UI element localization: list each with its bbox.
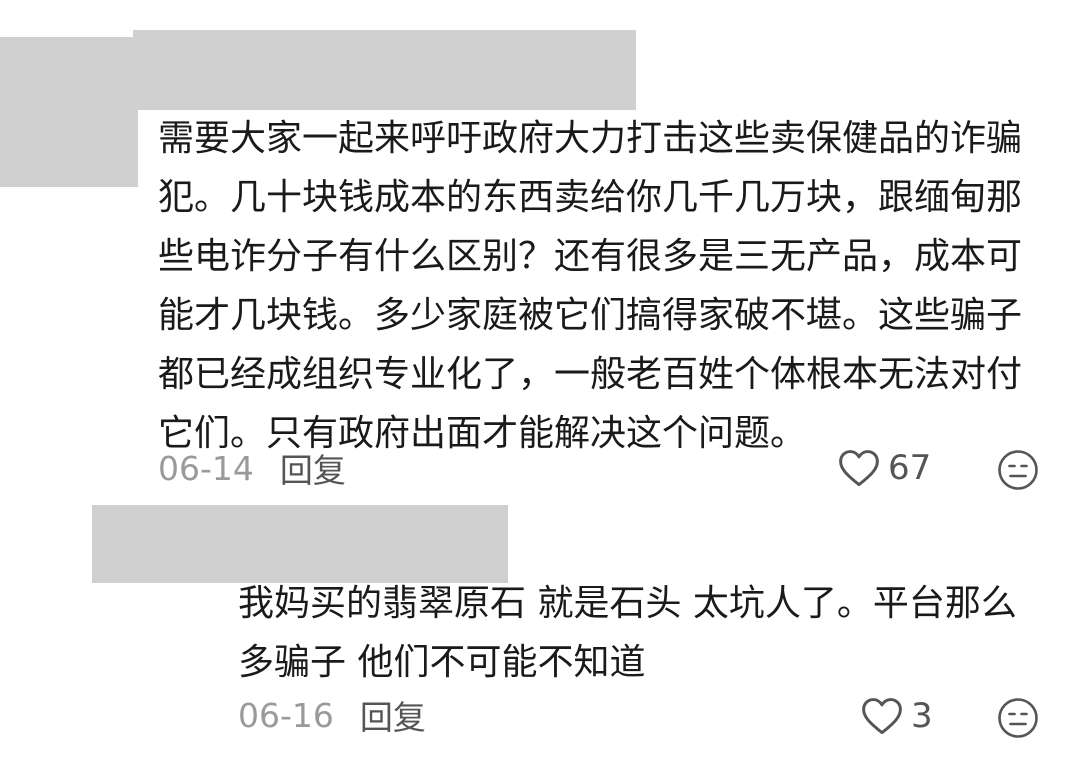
heart-icon bbox=[838, 448, 880, 488]
comment-text: 需要大家一起来呼吁政府大力打击这些卖保健品的诈骗犯。几十块钱成本的东西卖给你几千… bbox=[158, 118, 1023, 454]
comment-date: 06-16 bbox=[238, 695, 334, 735]
reply-button[interactable]: 回复 bbox=[280, 444, 346, 492]
redacted-username-block bbox=[133, 30, 636, 110]
like-button[interactable]: 67 bbox=[838, 448, 931, 488]
like-button[interactable]: 3 bbox=[861, 696, 933, 736]
emoji-reaction-button[interactable] bbox=[997, 697, 1039, 739]
like-count: 67 bbox=[888, 448, 932, 488]
emoji-reaction-button[interactable] bbox=[997, 449, 1039, 491]
reply-button[interactable]: 回复 bbox=[360, 691, 426, 739]
emoji-face-icon bbox=[997, 697, 1039, 739]
comment-meta: 06-16 回复 bbox=[238, 691, 426, 739]
heart-icon bbox=[861, 696, 903, 736]
comment-meta: 06-14 回复 bbox=[158, 444, 346, 492]
like-count: 3 bbox=[911, 696, 933, 736]
redacted-username-block bbox=[0, 37, 138, 187]
emoji-face-icon bbox=[997, 449, 1039, 491]
redacted-username-block bbox=[92, 505, 508, 583]
comment-date: 06-14 bbox=[158, 448, 254, 488]
comment-text: 我妈买的翡翠原石 就是石头 太坑人了。平台那么多骗子 他们不可能不知道 bbox=[238, 583, 1017, 683]
